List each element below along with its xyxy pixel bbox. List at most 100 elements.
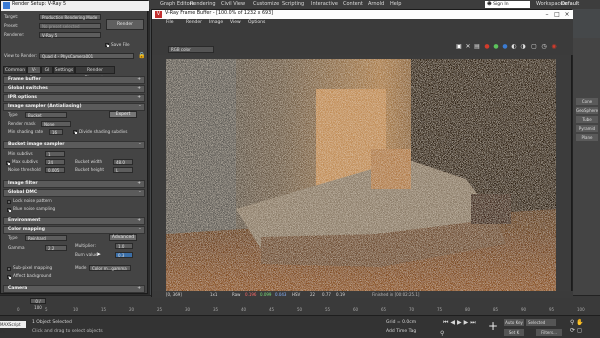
mono-icon[interactable]: ◑ [519, 43, 527, 51]
minimize-icon[interactable]: – [542, 10, 552, 19]
close-icon[interactable]: × [562, 10, 572, 19]
key-filters-button[interactable]: Filters... [536, 329, 562, 336]
tab-common[interactable]: Common [3, 66, 27, 74]
tab-vray[interactable]: V-Ray [27, 66, 41, 81]
advanced-button[interactable]: Advanced [109, 234, 137, 241]
expert-button[interactable]: Expert [109, 111, 137, 118]
rollout-color-mapping[interactable]: Color mapping – [3, 226, 145, 234]
render-icon[interactable]: ◉ [550, 43, 558, 51]
set-key-button[interactable]: Set K [504, 329, 524, 336]
zoom-icon[interactable]: ⚲ [570, 319, 574, 326]
vfb-menu-view[interactable]: View [230, 20, 241, 25]
rendered-image[interactable] [166, 59, 556, 291]
rollout-global-switches[interactable]: Global switches + [3, 85, 145, 93]
viewport-nav-controls: ⚲ ✋ ⟳ ◻ [570, 319, 598, 335]
menu-customize[interactable]: Customize [253, 1, 279, 7]
create-tube-button[interactable]: Tube [576, 116, 598, 123]
noise-threshold-spinner[interactable]: 0.005 [45, 167, 65, 173]
color-space-dropdown[interactable]: HSV [292, 292, 300, 297]
create-cone-button[interactable]: Cone [576, 98, 598, 105]
blue-channel-icon[interactable]: ● [501, 43, 509, 51]
key-icon[interactable]: ⚲ [440, 330, 444, 337]
vfb-menu-image[interactable]: Image [209, 20, 223, 25]
menu-rendering[interactable]: Rendering [190, 1, 216, 7]
multiplier-spinner[interactable]: 1.0 [115, 243, 133, 249]
rollout-ipr-options[interactable]: IPR options + [3, 94, 145, 102]
auto-key-button[interactable]: Auto Key [504, 319, 524, 326]
max-subdivs-spinner[interactable]: 24 [45, 159, 65, 165]
rollout-image-filter[interactable]: Image filter + [3, 180, 145, 188]
go-to-end-icon[interactable]: ⏭ [470, 319, 477, 326]
max-subdivs-checkbox[interactable] [6, 161, 10, 165]
menu-arnold[interactable]: Arnold [368, 1, 384, 7]
rollout-global-dmc[interactable]: Global DMC – [3, 189, 145, 197]
history-icon[interactable]: ◷ [540, 43, 548, 51]
view-to-render-dropdown[interactable]: Quad 4 - PhysCamera001 [39, 53, 134, 59]
sign-in-button[interactable]: ☻ Sign In [485, 1, 530, 8]
bucket-height-spinner[interactable]: L [113, 167, 133, 173]
blue-noise-checkbox[interactable] [7, 208, 11, 212]
vfb-menu-file[interactable]: File [166, 20, 174, 25]
menu-help[interactable]: Help [390, 1, 401, 7]
rollout-frame-buffer[interactable]: Frame buffer + [3, 76, 145, 84]
vfb-menu-render[interactable]: Render [186, 20, 202, 25]
target-dropdown[interactable]: Production Rendering Mode [39, 14, 101, 20]
red-channel-icon[interactable]: ● [483, 43, 491, 51]
mode-dropdown[interactable]: Color m...gamma [89, 265, 131, 271]
renderer-dropdown[interactable]: V-Ray 5 [39, 32, 101, 38]
time-slider-thumb[interactable]: 0 / 100 [30, 298, 46, 310]
clear-icon[interactable]: ✕ [464, 43, 472, 51]
rollout-bucket-sampler[interactable]: Bucket image sampler – [3, 141, 145, 149]
orbit-icon[interactable]: ⟳ [570, 327, 575, 334]
alpha-icon[interactable]: ◐ [510, 43, 518, 51]
maxscript-listener[interactable]: MAXScript Mi [0, 321, 26, 334]
sampler-type-dropdown[interactable]: Bucket [25, 112, 67, 118]
min-shading-rate-spinner[interactable]: 16 [49, 129, 63, 135]
maximize-icon[interactable]: □ [552, 10, 562, 19]
create-plane-button[interactable]: Plane [576, 134, 598, 141]
menu-civil-view[interactable]: Civil View [221, 1, 245, 7]
channel-dropdown[interactable]: RGB color [168, 46, 214, 53]
render-mask-dropdown[interactable]: None [41, 121, 71, 127]
render-button[interactable]: Render [106, 19, 144, 30]
rollout-image-sampler[interactable]: Image sampler (Antialiasing) – [3, 103, 145, 111]
render-setup-titlebar[interactable]: Render Setup: V-Ray 5 [1, 1, 149, 11]
gamma-spinner[interactable]: 2.2 [45, 245, 67, 251]
bucket-width-spinner[interactable]: 48.0 [113, 159, 133, 165]
tab-gi[interactable]: GI [41, 66, 53, 74]
timeline[interactable]: 0 / 100 0 5 10 15 20 25 30 35 40 45 50 55 60 65 70 75 80… [0, 295, 600, 316]
preset-dropdown[interactable]: No preset selected [39, 23, 101, 29]
region-icon[interactable]: ▢ [530, 43, 538, 51]
menu-scripting[interactable]: Scripting [282, 1, 304, 7]
lock-icon[interactable]: 🔒 [138, 52, 145, 59]
affect-background-checkbox[interactable] [7, 275, 11, 279]
rollout-camera[interactable]: Camera + [3, 285, 145, 293]
vfb-menu-options[interactable]: Options [248, 20, 265, 25]
color-mapping-type-dropdown[interactable]: Reinhard [25, 235, 67, 241]
burn-value-spinner[interactable]: 0.3 [115, 252, 133, 258]
save-file-checkbox[interactable] [105, 43, 109, 47]
green-channel-icon[interactable]: ● [492, 43, 500, 51]
lock-noise-pattern-checkbox[interactable] [7, 200, 11, 204]
create-geosphere-button[interactable]: GeoSphere [576, 107, 598, 114]
copy-icon[interactable]: ▤ [473, 43, 481, 51]
sub-pixel-mapping-checkbox[interactable] [7, 267, 11, 271]
selection-set-dropdown[interactable]: Selected [526, 319, 556, 326]
tab-render-elements[interactable]: Render Elements [75, 66, 115, 81]
play-icon[interactable]: ▶ [457, 319, 464, 326]
rollout-environment[interactable]: Environment + [3, 217, 145, 225]
tab-settings[interactable]: Settings [53, 66, 75, 74]
min-subdivs-spinner[interactable]: 1 [45, 151, 65, 157]
add-time-tag[interactable]: Add Time Tag [386, 329, 416, 334]
divide-shading-subdivs-checkbox[interactable] [73, 130, 77, 134]
vfb-titlebar[interactable]: V V-Ray Frame Buffer - [100.0% of 1232 x… [152, 10, 573, 19]
menu-content[interactable]: Content [343, 1, 363, 7]
menu-interactive[interactable]: Interactive [311, 1, 338, 7]
add-icon[interactable]: + [488, 319, 498, 333]
sample-size-dropdown[interactable]: 1x1 [210, 292, 217, 297]
workspaces-value[interactable]: Default [561, 1, 579, 7]
maximize-viewport-icon[interactable]: ◻ [577, 327, 582, 334]
save-icon[interactable]: ▣ [455, 43, 463, 51]
create-pyramid-button[interactable]: Pyramid [576, 125, 598, 132]
pan-icon[interactable]: ✋ [576, 319, 583, 326]
